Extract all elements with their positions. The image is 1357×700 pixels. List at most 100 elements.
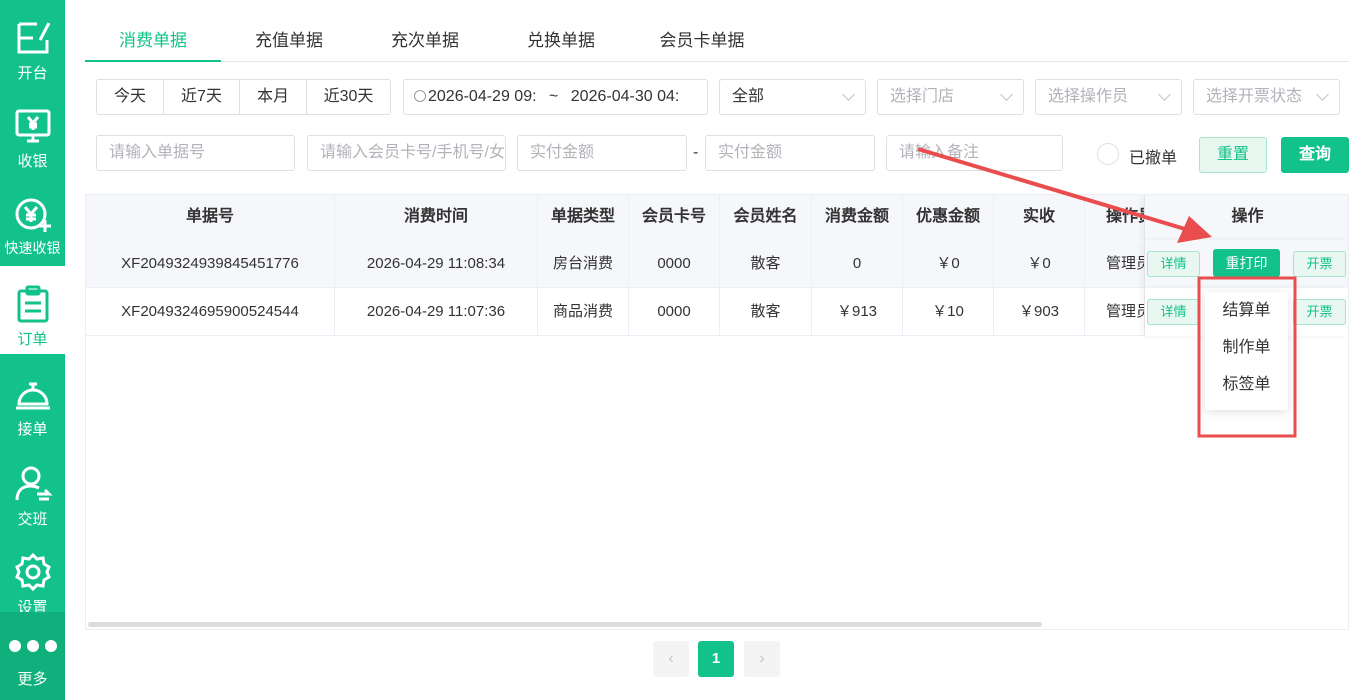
user-handover-icon bbox=[15, 466, 53, 501]
date-start-value: 2026-04-29 09: bbox=[428, 88, 537, 105]
revoked-label: 已撤单 bbox=[1129, 150, 1178, 167]
sidebar-item-orders[interactable]: 订单 bbox=[0, 266, 65, 354]
header-time: 消费时间 bbox=[335, 195, 538, 240]
cell-operator: 管理员 bbox=[1085, 288, 1145, 336]
cell-received: ￥0 bbox=[994, 240, 1085, 288]
invoice-status-select[interactable]: 选择开票状态 bbox=[1193, 79, 1340, 115]
table-row: XF2049324939845451776 2026-04-29 11:08:3… bbox=[86, 240, 1348, 288]
sidebar-item-label: 交班 bbox=[17, 511, 48, 528]
range-30days-button[interactable]: 近30天 bbox=[307, 80, 390, 114]
header-member-name: 会员姓名 bbox=[720, 195, 812, 240]
cell-time: 2026-04-29 11:08:34 bbox=[335, 240, 538, 288]
invoice-button[interactable]: 开票 bbox=[1293, 299, 1346, 325]
range-today-button[interactable]: 今天 bbox=[97, 80, 164, 114]
tab-count-recharge[interactable]: 充次单据 bbox=[357, 22, 493, 62]
header-discount: 优惠金额 bbox=[903, 195, 994, 240]
clipboard-icon bbox=[17, 285, 48, 323]
chevron-down-icon bbox=[1158, 88, 1171, 101]
amount-max-input[interactable]: 实付金额 bbox=[705, 135, 875, 171]
operator-placeholder: 选择操作员 bbox=[1048, 88, 1129, 105]
page-1-button[interactable]: 1 bbox=[698, 641, 734, 677]
date-range-picker[interactable]: 2026-04-29 09: ~ 2026-04-30 04: bbox=[403, 79, 708, 115]
sidebar-item-more[interactable]: 更多 bbox=[0, 612, 65, 700]
sidebar: 开台 收银 快速收银 订单 接单 交班 设置 更多 bbox=[0, 0, 65, 700]
operator-select[interactable]: 选择操作员 bbox=[1035, 79, 1182, 115]
detail-button[interactable]: 详情 bbox=[1147, 299, 1200, 325]
doc-type-value: 全部 bbox=[732, 88, 765, 105]
header-received: 实收 bbox=[994, 195, 1085, 240]
sidebar-item-label: 开台 bbox=[17, 65, 48, 82]
store-select[interactable]: 选择门店 bbox=[877, 79, 1024, 115]
cell-operator: 管理员 bbox=[1085, 240, 1145, 288]
cell-type: 商品消费 bbox=[538, 288, 629, 336]
sidebar-item-handover[interactable]: 交班 bbox=[0, 446, 65, 534]
document-tabs: 消费单据 充值单据 充次单据 兑换单据 会员卡单据 bbox=[85, 22, 1349, 62]
order-no-placeholder: 请输入单据号 bbox=[109, 144, 206, 161]
horizontal-scrollbar[interactable] bbox=[88, 622, 1042, 627]
range-7days-button[interactable]: 近7天 bbox=[164, 80, 240, 114]
revoked-radio[interactable] bbox=[1097, 143, 1119, 165]
reprint-production-item[interactable]: 制作单 bbox=[1205, 329, 1288, 366]
sidebar-item-open-table[interactable]: 开台 bbox=[0, 0, 65, 88]
prev-page-button[interactable]: ‹ bbox=[653, 641, 689, 677]
reprint-settlement-item[interactable]: 结算单 bbox=[1205, 292, 1288, 329]
member-search-input[interactable]: 请输入会员卡号/手机号/女 bbox=[307, 135, 506, 171]
sidebar-item-label: 更多 bbox=[17, 671, 48, 688]
date-end-value: 2026-04-30 04: bbox=[570, 88, 680, 105]
remark-placeholder: 请输入备注 bbox=[899, 144, 980, 161]
cell-amount: ￥913 bbox=[812, 288, 903, 336]
open-table-icon bbox=[17, 22, 50, 54]
doc-type-select[interactable]: 全部 bbox=[719, 79, 866, 115]
invoice-placeholder: 选择开票状态 bbox=[1206, 88, 1303, 105]
clock-icon bbox=[414, 90, 426, 102]
invoice-button[interactable]: 开票 bbox=[1293, 251, 1346, 277]
gear-icon bbox=[14, 552, 51, 592]
cell-order-no: XF2049324939845451776 bbox=[86, 240, 335, 288]
cell-discount: ￥10 bbox=[903, 288, 994, 336]
next-page-button[interactable]: › bbox=[744, 641, 780, 677]
cell-actions: 详情 重打印 开票 bbox=[1145, 240, 1348, 288]
sidebar-item-quick-cashier[interactable]: 快速收银 bbox=[0, 176, 65, 264]
chevron-down-icon bbox=[1000, 88, 1013, 101]
cell-type: 房台消费 bbox=[538, 240, 629, 288]
member-placeholder: 请输入会员卡号/手机号/女 bbox=[320, 144, 505, 161]
cell-card-no: 0000 bbox=[629, 240, 720, 288]
tab-recharge[interactable]: 充值单据 bbox=[221, 22, 357, 62]
amount-max-placeholder: 实付金额 bbox=[718, 144, 783, 161]
reprint-dropdown: 结算单 制作单 标签单 bbox=[1205, 292, 1288, 410]
reprint-label-item[interactable]: 标签单 bbox=[1205, 366, 1288, 403]
reprint-button[interactable]: 重打印 bbox=[1213, 249, 1280, 277]
amount-range-separator: - bbox=[693, 144, 699, 161]
header-card-no: 会员卡号 bbox=[629, 195, 720, 240]
header-operator: 操作员 bbox=[1085, 195, 1145, 240]
quick-cashier-icon bbox=[15, 198, 51, 232]
orders-table: 单据号 消费时间 单据类型 会员卡号 会员姓名 消费金额 优惠金额 实收 操作员… bbox=[85, 194, 1349, 630]
tab-member-card[interactable]: 会员卡单据 bbox=[629, 22, 775, 62]
header-order-no: 单据号 bbox=[86, 195, 335, 240]
sidebar-item-label: 收银 bbox=[17, 153, 48, 170]
more-dots-icon bbox=[8, 640, 57, 652]
remark-input[interactable]: 请输入备注 bbox=[886, 135, 1063, 171]
cell-order-no: XF2049324695900524544 bbox=[86, 288, 335, 336]
range-month-button[interactable]: 本月 bbox=[240, 80, 307, 114]
cell-time: 2026-04-29 11:07:36 bbox=[335, 288, 538, 336]
sidebar-item-cashier[interactable]: 收银 bbox=[0, 88, 65, 176]
cell-discount: ￥0 bbox=[903, 240, 994, 288]
cashier-monitor-icon bbox=[15, 109, 50, 143]
query-button[interactable]: 查询 bbox=[1281, 137, 1349, 173]
service-bell-icon bbox=[15, 382, 50, 410]
tab-consumption[interactable]: 消费单据 bbox=[85, 22, 221, 62]
sidebar-item-receive-order[interactable]: 接单 bbox=[0, 356, 65, 444]
cell-card-no: 0000 bbox=[629, 288, 720, 336]
detail-button[interactable]: 详情 bbox=[1147, 251, 1200, 277]
tab-exchange[interactable]: 兑换单据 bbox=[493, 22, 629, 62]
amount-min-input[interactable]: 实付金额 bbox=[517, 135, 687, 171]
reset-button[interactable]: 重置 bbox=[1199, 137, 1267, 173]
sidebar-item-settings[interactable]: 设置 bbox=[0, 534, 65, 622]
cell-received: ￥903 bbox=[994, 288, 1085, 336]
sidebar-item-label: 接单 bbox=[17, 421, 48, 438]
chevron-down-icon bbox=[1316, 88, 1329, 101]
cell-member-name: 散客 bbox=[720, 288, 812, 336]
order-no-input[interactable]: 请输入单据号 bbox=[96, 135, 295, 171]
chevron-left-icon: ‹ bbox=[668, 650, 674, 667]
